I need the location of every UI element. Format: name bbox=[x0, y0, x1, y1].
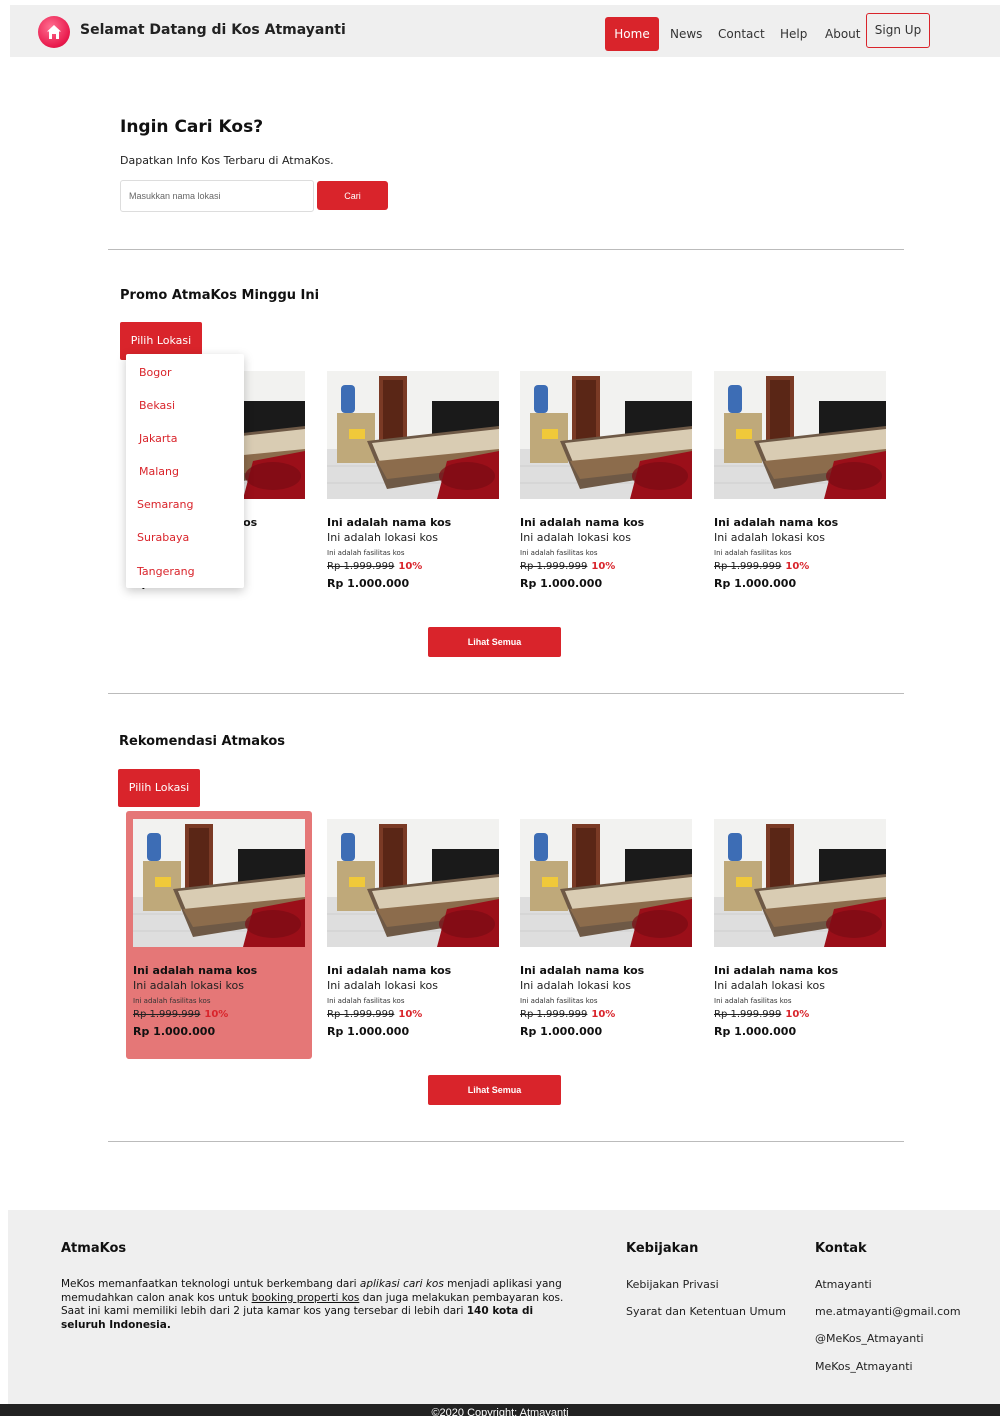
navbar: Selamat Datang di Kos Atmayanti Home New… bbox=[10, 5, 1000, 57]
search-button[interactable]: Cari bbox=[317, 181, 388, 210]
kos-photo bbox=[714, 371, 886, 499]
dropdown-item-jakarta[interactable]: Jakarta bbox=[139, 432, 177, 445]
promo-see-all-button[interactable]: Lihat Semua bbox=[428, 627, 561, 657]
footer: AtmaKos MeKos memanfaatkan teknologi unt… bbox=[8, 1210, 1000, 1404]
copyright: ©2020 Copyright: Atmayanti bbox=[0, 1404, 1000, 1416]
kos-name: Ini adalah nama kos bbox=[714, 964, 839, 977]
kos-photo bbox=[520, 371, 692, 499]
dropdown-item-surabaya[interactable]: Surabaya bbox=[137, 531, 189, 544]
signup-button[interactable]: Sign Up bbox=[866, 13, 930, 48]
kos-old-price: Rp 1.999.99910% bbox=[327, 1009, 423, 1020]
kos-name: Ini adalah nama kos bbox=[714, 516, 839, 529]
footer-policy-title: Kebijakan bbox=[626, 1241, 699, 1256]
contact-twitter[interactable]: @MeKos_Atmayanti bbox=[815, 1332, 924, 1345]
kos-photo bbox=[327, 819, 499, 947]
kos-new-price: Rp 1.000.000 bbox=[714, 577, 797, 590]
search-title: Ingin Cari Kos? bbox=[120, 117, 264, 137]
recommend-title: Rekomendasi Atmakos bbox=[119, 734, 286, 749]
kos-new-price: Rp 1.000.000 bbox=[133, 1025, 216, 1038]
kos-old-price: Rp 1.999.99910% bbox=[714, 1009, 810, 1020]
recommend-location-button[interactable]: Pilih Lokasi bbox=[118, 769, 200, 807]
house-icon[interactable] bbox=[38, 16, 70, 48]
kos-name: Ini adalah nama kos bbox=[520, 964, 645, 977]
kos-location: Ini adalah lokasi kos bbox=[133, 979, 244, 992]
kos-old-price: Rp 1.999.99910% bbox=[520, 1009, 616, 1020]
kos-location: Ini adalah lokasi kos bbox=[520, 531, 631, 544]
privacy-policy-link[interactable]: Kebijakan Privasi bbox=[626, 1278, 719, 1291]
contact-email[interactable]: me.atmayanti@gmail.com bbox=[815, 1305, 961, 1318]
divider bbox=[108, 1141, 904, 1142]
kos-new-price: Rp 1.000.000 bbox=[327, 577, 410, 590]
kos-facilities: Ini adalah fasilitas kos bbox=[714, 997, 792, 1005]
kos-location: Ini adalah lokasi kos bbox=[327, 979, 438, 992]
kos-name: Ini adalah nama kos bbox=[327, 516, 452, 529]
kos-old-price: Rp 1.999.99910% bbox=[714, 561, 810, 572]
search-subtitle: Dapatkan Info Kos Terbaru di AtmaKos. bbox=[120, 154, 334, 167]
dropdown-item-tangerang[interactable]: Tangerang bbox=[137, 565, 195, 578]
recommend-see-all-button[interactable]: Lihat Semua bbox=[428, 1075, 561, 1105]
kos-location: Ini adalah lokasi kos bbox=[520, 979, 631, 992]
kos-old-price: Rp 1.999.99910% bbox=[520, 561, 616, 572]
kos-photo bbox=[327, 371, 499, 499]
contact-instagram[interactable]: MeKos_Atmayanti bbox=[815, 1360, 913, 1373]
nav-home[interactable]: Home bbox=[605, 17, 659, 51]
promo-title: Promo AtmaKos Minggu Ini bbox=[120, 288, 320, 303]
kos-name: Ini adalah nama kos bbox=[327, 964, 452, 977]
kos-name: Ini adalah nama kos bbox=[520, 516, 645, 529]
kos-facilities: Ini adalah fasilitas kos bbox=[327, 997, 405, 1005]
footer-about-text: MeKos memanfaatkan teknologi untuk berke… bbox=[61, 1278, 564, 1331]
footer-about-title: AtmaKos bbox=[61, 1241, 127, 1256]
kos-location: Ini adalah lokasi kos bbox=[714, 531, 825, 544]
kos-photo bbox=[714, 819, 886, 947]
kos-new-price: Rp 1.000.000 bbox=[520, 1025, 603, 1038]
kos-photo bbox=[133, 819, 305, 947]
kos-old-price: Rp 1.999.99910% bbox=[327, 561, 423, 572]
nav-about[interactable]: About bbox=[825, 17, 860, 51]
kos-facilities: Ini adalah fasilitas kos bbox=[327, 549, 405, 557]
kos-new-price: Rp 1.000.000 bbox=[327, 1025, 410, 1038]
divider bbox=[108, 693, 904, 694]
kos-facilities: Ini adalah fasilitas kos bbox=[520, 549, 598, 557]
kos-old-price: Rp 1.999.99910% bbox=[133, 1009, 229, 1020]
dropdown-item-semarang[interactable]: Semarang bbox=[137, 498, 193, 511]
kos-facilities: Ini adalah fasilitas kos bbox=[133, 997, 211, 1005]
kos-location: Ini adalah lokasi kos bbox=[327, 531, 438, 544]
kos-facilities: Ini adalah fasilitas kos bbox=[714, 549, 792, 557]
kos-location: Ini adalah lokasi kos bbox=[714, 979, 825, 992]
terms-link[interactable]: Syarat dan Ketentuan Umum bbox=[626, 1305, 786, 1318]
booking-link[interactable]: booking properti kos bbox=[252, 1292, 360, 1304]
dropdown-item-bekasi[interactable]: Bekasi bbox=[139, 399, 175, 412]
footer-contact-title: Kontak bbox=[815, 1241, 867, 1256]
search-input[interactable] bbox=[120, 180, 314, 212]
divider bbox=[108, 249, 904, 250]
dropdown-item-bogor[interactable]: Bogor bbox=[139, 366, 172, 379]
nav-help[interactable]: Help bbox=[780, 17, 807, 51]
kos-photo bbox=[520, 819, 692, 947]
nav-news[interactable]: News bbox=[670, 17, 702, 51]
contact-name[interactable]: Atmayanti bbox=[815, 1278, 872, 1291]
nav-contact[interactable]: Contact bbox=[718, 17, 765, 51]
kos-name: Ini adalah nama kos bbox=[133, 964, 258, 977]
kos-new-price: Rp 1.000.000 bbox=[714, 1025, 797, 1038]
kos-new-price: Rp 1.000.000 bbox=[520, 577, 603, 590]
dropdown-item-malang[interactable]: Malang bbox=[139, 465, 179, 478]
brand-title: Selamat Datang di Kos Atmayanti bbox=[80, 22, 346, 38]
kos-facilities: Ini adalah fasilitas kos bbox=[520, 997, 598, 1005]
location-dropdown: Bogor Bekasi Jakarta Malang Semarang Sur… bbox=[126, 354, 244, 588]
